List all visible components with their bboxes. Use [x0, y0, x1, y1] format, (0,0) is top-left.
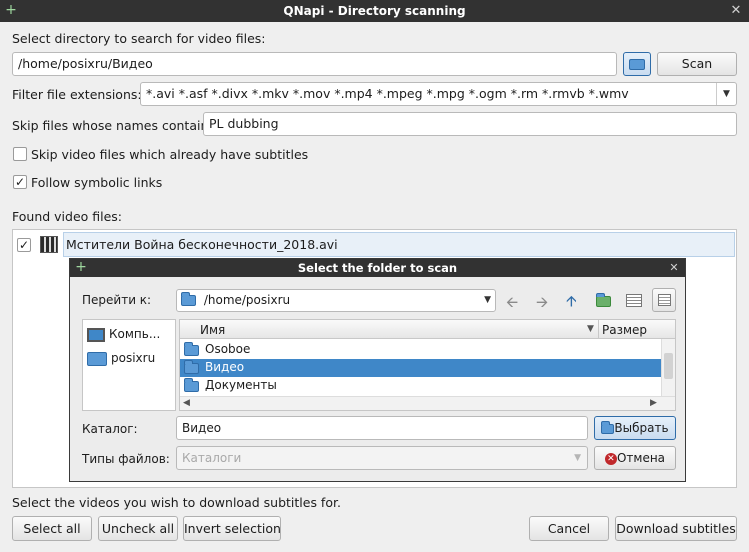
choose-button[interactable]: Выбрать	[594, 416, 676, 440]
window-title: QNapi - Directory scanning	[283, 4, 466, 18]
select-all-button[interactable]: Select all	[12, 516, 92, 541]
skip-label: Skip files whose names contain:	[12, 118, 213, 133]
vertical-scrollbar[interactable]	[661, 339, 675, 397]
folder-dialog: + Select the folder to scan ✕ Перейти к:…	[69, 258, 686, 482]
directory-input[interactable]: /home/posixru/Видео	[12, 52, 617, 76]
folder-icon	[629, 59, 645, 70]
home-icon	[87, 351, 107, 366]
hint-text: Select the videos you wish to download s…	[12, 495, 341, 510]
scan-button[interactable]: Scan	[657, 52, 737, 76]
stop-icon: ✕	[604, 452, 617, 465]
goto-chevron-icon[interactable]: ▼	[484, 290, 491, 311]
folder-row-label: Osoboe	[205, 342, 251, 356]
place-computer[interactable]: Компь...	[87, 324, 160, 346]
types-value: Каталоги	[182, 451, 242, 465]
ext-label: Filter file extensions:	[12, 87, 142, 102]
chevron-down-icon[interactable]: ▼	[716, 83, 736, 105]
sort-chevron-icon: ▼	[587, 324, 594, 334]
folder-row-label: Видео	[205, 360, 245, 374]
folder-icon	[184, 360, 199, 374]
folder-icon	[184, 378, 199, 392]
video-file-icon	[40, 236, 58, 253]
close-icon[interactable]: ✕	[725, 0, 747, 22]
folder-icon	[184, 342, 199, 356]
dialog-title: Select the folder to scan	[297, 261, 458, 275]
window-titlebar: + QNapi - Directory scanning ✕	[0, 0, 749, 22]
parent-dir-icon[interactable]: 🡩	[566, 291, 577, 316]
catalog-input[interactable]: Видео	[176, 416, 588, 440]
found-label: Found video files:	[12, 209, 123, 224]
follow-symlinks-checkbox[interactable]: ✓	[13, 175, 27, 189]
choose-label: Выбрать	[614, 421, 669, 435]
dir-label: Select directory to search for video fil…	[12, 31, 266, 46]
scroll-left-icon[interactable]: ◀	[183, 398, 190, 408]
extensions-combo[interactable]: *.avi *.asf *.divx *.mkv *.mov *.mp4 *.m…	[140, 82, 737, 106]
extensions-value: *.avi *.asf *.divx *.mkv *.mov *.mp4 *.m…	[146, 86, 629, 101]
folder-view[interactable]: Имя ▼ Размер Osoboe Видео Документы ◀ ▶	[179, 319, 676, 411]
folder-row-selected[interactable]: Видео	[180, 359, 661, 377]
place-home[interactable]: posixru	[87, 348, 155, 370]
folder-row[interactable]: Документы	[180, 377, 661, 395]
browse-button[interactable]	[623, 52, 651, 76]
dialog-cancel-button[interactable]: ✕ Отмена	[594, 446, 676, 470]
horizontal-scrollbar[interactable]: ◀ ▶	[180, 396, 675, 410]
catalog-label: Каталог:	[82, 422, 138, 436]
detail-view-icon[interactable]	[652, 288, 676, 312]
col-size[interactable]: Размер	[602, 323, 647, 337]
computer-icon	[87, 327, 105, 342]
file-name: Мстители Война бесконечности_2018.avi	[63, 232, 735, 257]
download-subtitles-button[interactable]: Download subtitles	[615, 516, 737, 541]
dialog-close-icon[interactable]: ✕	[663, 259, 685, 277]
folder-row-label: Документы	[205, 378, 277, 392]
skip-names-input[interactable]: PL dubbing	[203, 112, 737, 136]
column-header: Имя ▼ Размер	[180, 320, 675, 339]
goto-value: /home/posixru	[203, 293, 291, 307]
forward-icon[interactable]: 🡪	[536, 292, 548, 317]
scroll-right-icon[interactable]: ▶	[650, 398, 657, 408]
back-icon[interactable]: 🡨	[506, 292, 518, 317]
skip-subtitled-checkbox[interactable]	[13, 147, 27, 161]
types-combo: Каталоги ▼	[176, 446, 588, 470]
types-label: Типы файлов:	[82, 452, 170, 466]
skip-subtitled-label: Skip video files which already have subt…	[31, 147, 309, 162]
invert-selection-button[interactable]: Invert selection	[183, 516, 281, 541]
uncheck-all-button[interactable]: Uncheck all	[98, 516, 178, 541]
dialog-cancel-label: Отмена	[616, 451, 666, 465]
list-item[interactable]: ✓ Мстители Война бесконечности_2018.avi	[15, 232, 735, 257]
list-view-icon[interactable]	[626, 294, 642, 307]
dialog-pin-icon[interactable]: +	[70, 259, 92, 277]
scrollbar-thumb[interactable]	[664, 353, 673, 379]
places-sidebar[interactable]: Компь... posixru	[82, 319, 176, 411]
pin-icon[interactable]: +	[0, 0, 22, 22]
follow-symlinks-label: Follow symbolic links	[31, 175, 163, 190]
types-chevron-icon: ▼	[574, 453, 581, 463]
place-computer-label: Компь...	[108, 327, 161, 341]
goto-label: Перейти к:	[82, 293, 152, 307]
choose-folder-icon	[601, 420, 615, 434]
home-folder-icon	[181, 292, 196, 306]
goto-combo[interactable]: /home/posixru ▼	[176, 289, 496, 312]
new-folder-icon[interactable]	[596, 293, 611, 308]
cancel-button[interactable]: Cancel	[529, 516, 609, 541]
place-home-label: posixru	[110, 351, 156, 365]
dialog-titlebar: + Select the folder to scan ✕	[70, 259, 685, 277]
col-name[interactable]: Имя	[200, 323, 225, 337]
folder-row[interactable]: Osoboe	[180, 341, 661, 359]
file-checkbox[interactable]: ✓	[17, 238, 31, 252]
